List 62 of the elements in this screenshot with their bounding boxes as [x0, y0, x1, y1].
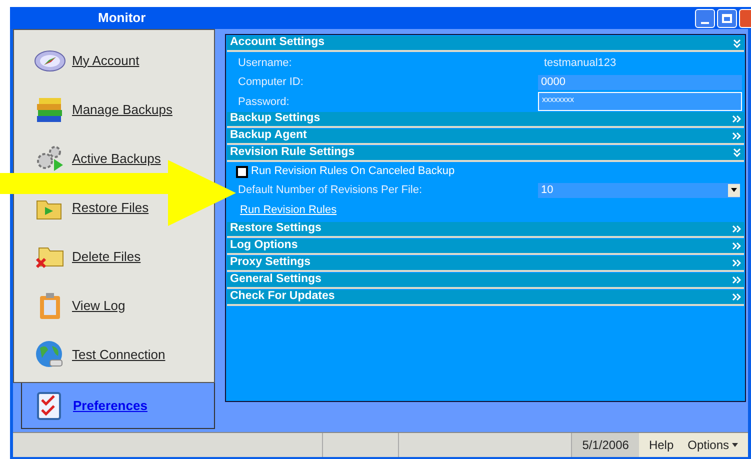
maximize-button[interactable]: [717, 8, 737, 28]
section-header[interactable]: Backup Settings: [227, 112, 744, 128]
field-label: Computer ID:: [238, 75, 304, 90]
username-value: testmanual123: [543, 56, 616, 70]
sidebar-link[interactable]: Manage Backups: [72, 100, 172, 120]
field-label: Password:: [238, 94, 290, 110]
section-header[interactable]: Restore Settings: [227, 222, 744, 238]
section-header[interactable]: Check For Updates: [227, 290, 744, 306]
password-field[interactable]: xxxxxxxx: [538, 92, 742, 112]
status-menu[interactable]: Help: [648, 436, 674, 454]
section-title: Log Options: [230, 238, 299, 253]
status-date: 5/1/2006: [571, 433, 639, 457]
input-field[interactable]: 0000: [538, 74, 742, 90]
collapse-icon[interactable]: [733, 38, 741, 48]
section-title: Account Settings: [230, 35, 326, 50]
sidebar-link[interactable]: View Log: [72, 296, 126, 316]
collapse-icon[interactable]: [733, 148, 741, 157]
close-button[interactable]: [739, 8, 751, 28]
window-title: Monitor: [98, 9, 147, 28]
expand-icon[interactable]: [732, 276, 741, 284]
field-label: Username:: [238, 56, 293, 70]
section-title: Backup Agent: [230, 128, 308, 143]
section-title: Restore Settings: [230, 220, 322, 236]
section-header[interactable]: Backup Agent: [227, 128, 744, 144]
field-label: Default Number of Revisions Per File:: [238, 182, 424, 198]
section-header[interactable]: Account Settings: [227, 36, 744, 52]
expand-icon[interactable]: [732, 224, 741, 232]
section-title: Revision Rule Settings: [230, 144, 356, 160]
sidebar-link[interactable]: Delete Files: [72, 246, 141, 266]
minimize-button[interactable]: [695, 8, 715, 28]
section-title: General Settings: [230, 272, 322, 287]
section-title: Check For Updates: [230, 288, 336, 304]
section-title: Proxy Settings: [230, 254, 312, 270]
checklist-icon: [36, 390, 62, 420]
clipboard-icon: [37, 292, 63, 320]
caret-icon: [732, 443, 738, 447]
section-header[interactable]: General Settings: [227, 272, 744, 288]
section-header[interactable]: Proxy Settings: [227, 256, 744, 272]
sidebar-item[interactable]: Preferences: [21, 383, 215, 429]
section-title: Backup Settings: [230, 110, 322, 126]
expand-icon[interactable]: [732, 242, 741, 250]
dropdown-button[interactable]: [728, 184, 740, 196]
expand-icon[interactable]: [732, 114, 741, 122]
sidebar-link[interactable]: My Account: [72, 50, 140, 70]
section-header[interactable]: Log Options: [227, 238, 744, 254]
sidebar-link[interactable]: Restore Files: [72, 198, 149, 218]
sidebar-link[interactable]: Preferences: [73, 396, 148, 416]
checkbox-label: Run Revision Rules On Canceled Backup: [251, 164, 455, 180]
sidebar-link[interactable]: Active Backups: [72, 148, 161, 168]
caret-icon: [731, 188, 737, 192]
expand-icon[interactable]: [732, 258, 741, 266]
compass-icon: [34, 48, 66, 72]
checkbox[interactable]: [236, 166, 248, 178]
expand-icon[interactable]: [732, 132, 741, 140]
sidebar-link[interactable]: Test Connection: [72, 344, 166, 364]
status-menu[interactable]: Options: [688, 436, 738, 454]
books-icon: [35, 96, 65, 124]
run-link[interactable]: Run Revision Rules: [240, 202, 337, 219]
gears-icon: [35, 144, 65, 172]
section-header[interactable]: Revision Rule Settings: [227, 146, 744, 162]
expand-icon[interactable]: [732, 292, 741, 300]
dropdown[interactable]: 10: [538, 182, 740, 198]
